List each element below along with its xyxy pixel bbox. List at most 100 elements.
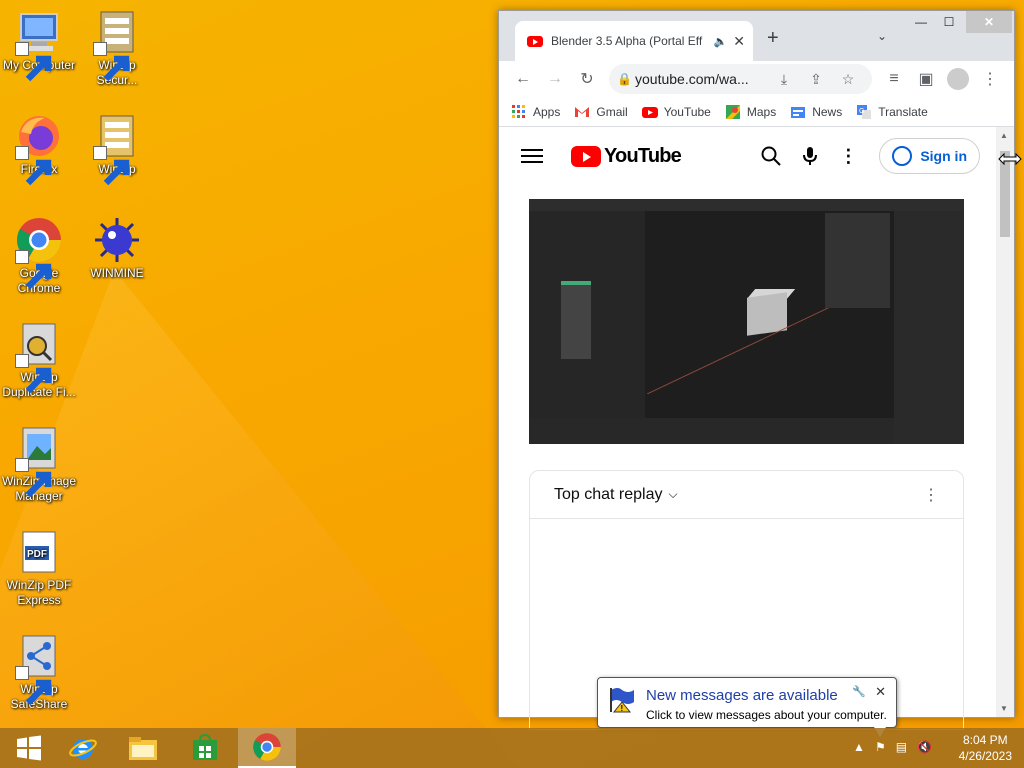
youtube-logo-icon [571, 145, 601, 167]
blender-properties-panel [825, 213, 890, 308]
taskbar-chrome[interactable] [238, 728, 296, 768]
more-options-icon[interactable]: ⋮ [839, 146, 857, 167]
microphone-icon[interactable] [803, 146, 818, 166]
tab-audio-icon[interactable]: 🔈 [714, 35, 728, 48]
clock-time: 8:04 PM [962, 733, 1008, 747]
lock-icon: 🔒 [617, 72, 632, 86]
search-icon[interactable] [761, 146, 782, 166]
scroll-down-arrow-icon[interactable]: ▼ [1000, 704, 1008, 713]
bookmark-youtube[interactable]: YouTube [641, 104, 711, 119]
page-scrollbar[interactable]: ▲ ▼ [996, 127, 1014, 717]
browser-toolbar: ← → ↻ 🔒 youtube.com/wa... ⤓ ⇪ ☆ ≡ ▣ ⋮ [499, 61, 1014, 97]
tab-title: Blender 3.5 Alpha (Portal Eff [551, 34, 703, 48]
winzip-pdf-icon: PDF [15, 528, 63, 576]
winzip-duplicate-icon [15, 320, 63, 394]
desktop-icon-winzip-pdf-express[interactable]: PDF WinZip PDF Express [0, 528, 78, 608]
desktop-icon-label: WinZip PDF Express [6, 578, 72, 607]
action-center-flag-icon: ! [610, 688, 634, 713]
sign-in-button[interactable]: Sign in [879, 138, 980, 174]
share-icon[interactable]: ⇪ [800, 71, 832, 88]
new-tab-button[interactable]: + [767, 27, 779, 50]
address-bar[interactable]: 🔒 youtube.com/wa... ⤓ ⇪ ☆ [609, 64, 872, 94]
sign-in-label: Sign in [920, 148, 967, 164]
bookmark-gmail[interactable]: Gmail [574, 105, 628, 119]
tab-blender-video[interactable]: Blender 3.5 Alpha (Portal Eff 🔈 ✕ [515, 21, 753, 61]
title-bar[interactable]: Blender 3.5 Alpha (Portal Eff 🔈 ✕ + ⌄ — … [499, 11, 1014, 61]
show-hidden-icons-icon[interactable]: ▲ [853, 740, 865, 754]
volume-muted-icon[interactable]: 🔇 [917, 740, 932, 754]
side-panel-icon[interactable]: ▣ [912, 65, 940, 93]
desktop-icon-label: WINMINE [90, 266, 144, 280]
svg-text:G: G [859, 108, 864, 115]
desktop-icon-winzip[interactable]: WinZip [78, 112, 156, 186]
desktop-icon-my-computer[interactable]: My Computer [0, 8, 78, 82]
desktop-icon-firefox[interactable]: Firefox [0, 112, 78, 186]
clock[interactable]: 8:04 PM 4/26/2023 [959, 732, 1012, 764]
tab-close-icon[interactable]: ✕ [733, 33, 745, 50]
video-player[interactable] [529, 199, 964, 444]
ie-icon [69, 739, 97, 759]
system-tray: ▲ ⚑ ▤ 🔇 [853, 740, 932, 754]
scroll-up-arrow-icon[interactable]: ▲ [1000, 131, 1008, 140]
notification-balloon[interactable]: ! New messages are available Click to vi… [597, 677, 897, 737]
chrome-window: Blender 3.5 Alpha (Portal Eff 🔈 ✕ + ⌄ — … [498, 10, 1015, 730]
youtube-logo-text: YouTube [604, 144, 682, 167]
notification-title: New messages are available [646, 687, 838, 704]
bookmark-star-icon[interactable]: ☆ [832, 71, 864, 88]
taskbar-store[interactable] [176, 728, 234, 768]
bookmark-label: YouTube [663, 104, 711, 119]
desktop-icon-google-chrome[interactable]: Google Chrome [0, 216, 78, 296]
bookmarks-bar: Apps Gmail YouTube Maps News G Translate [499, 97, 1014, 127]
winzip-secure-icon [93, 8, 141, 82]
desktop-icon-winzip-image-manager[interactable]: WinZip Image Manager [0, 424, 78, 504]
firefox-icon [15, 112, 63, 186]
news-icon [791, 106, 806, 118]
desktop-wallpaper-shape [0, 270, 520, 768]
computer-icon [15, 8, 63, 82]
file-explorer-icon [129, 737, 157, 760]
notification-settings-icon[interactable]: 🔧 [852, 685, 866, 698]
forward-icon[interactable]: → [541, 65, 569, 93]
chevron-down-icon[interactable]: ⌵ [669, 487, 678, 502]
bookmark-news[interactable]: News [790, 105, 842, 119]
maximize-button[interactable]: ☐ [932, 11, 966, 33]
bookmark-label: News [812, 104, 843, 119]
chrome-icon [15, 216, 63, 290]
bookmark-translate[interactable]: G Translate [856, 104, 928, 119]
taskbar: ▲ ⚑ ▤ 🔇 8:04 PM 4/26/2023 [0, 728, 1024, 768]
network-icon[interactable]: ▤ [896, 740, 907, 754]
blender-outliner [894, 211, 964, 444]
desktop-icon-winzip-duplicate[interactable]: WinZip Duplicate Fi... [0, 320, 78, 400]
menu-hamburger-icon[interactable] [521, 145, 543, 167]
youtube-logo[interactable]: YouTube [571, 144, 682, 168]
youtube-favicon-icon [527, 35, 543, 47]
taskbar-internet-explorer[interactable] [54, 728, 112, 768]
reading-list-icon[interactable]: ≡ [880, 65, 908, 93]
mine-icon [93, 216, 141, 264]
action-center-flag-tray-icon[interactable]: ⚑ [875, 740, 886, 754]
notification-close-icon[interactable]: ✕ [875, 684, 886, 700]
store-icon [193, 734, 217, 760]
taskbar-file-explorer[interactable] [114, 728, 172, 768]
reload-icon[interactable]: ↻ [573, 65, 601, 93]
url-text[interactable]: youtube.com/wa... [635, 71, 768, 87]
install-icon[interactable]: ⤓ [768, 71, 800, 88]
bookmark-label: Maps [746, 104, 777, 119]
chrome-menu-icon[interactable]: ⋮ [976, 65, 1004, 93]
start-button[interactable] [0, 728, 58, 768]
desktop-icon-winzip-safeshare[interactable]: WinZip SafeShare [0, 632, 78, 712]
chat-header[interactable]: Top chat replay ⌵ ⋮ [530, 471, 963, 519]
svg-text:!: ! [621, 704, 624, 713]
profile-avatar[interactable] [944, 65, 972, 93]
blender-timeline [529, 418, 894, 444]
tab-search-button[interactable]: ⌄ [877, 29, 887, 43]
desktop-icon-winmine[interactable]: WINMINE [78, 216, 156, 281]
svg-text:PDF: PDF [27, 549, 47, 560]
chat-menu-icon[interactable]: ⋮ [923, 485, 939, 505]
close-window-button[interactable]: ✕ [966, 11, 1012, 33]
resize-cursor-icon [998, 152, 1022, 166]
back-icon[interactable]: ← [509, 65, 537, 93]
desktop-icon-winzip-secure[interactable]: WinZip Secur... [78, 8, 156, 88]
bookmark-apps[interactable]: Apps [511, 104, 560, 119]
bookmark-maps[interactable]: Maps [725, 104, 777, 119]
